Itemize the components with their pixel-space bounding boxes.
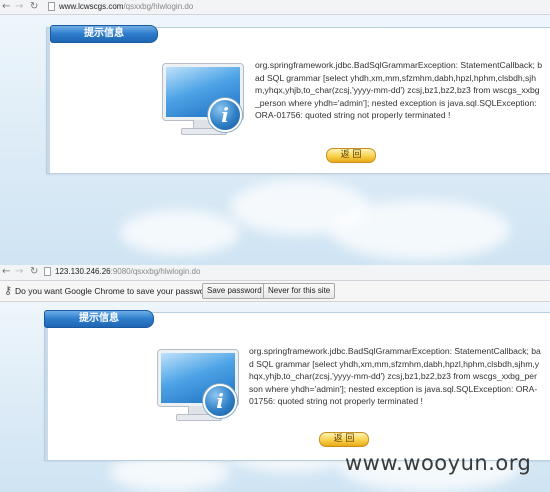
back-arrow-icon[interactable]: ← xyxy=(2,265,10,279)
page-icon xyxy=(44,267,51,276)
screenshot-1: ← → ↻ www.lcwscgs.com/qsxxbg/hlwlogin.do… xyxy=(0,0,550,265)
forward-arrow-icon[interactable]: → xyxy=(15,265,23,279)
back-arrow-icon[interactable]: ← xyxy=(2,0,10,14)
address-bar[interactable]: 123.130.246.26:9080/qsxxbg/hlwlogin.do xyxy=(55,265,200,279)
address-bar[interactable]: www.lcwscgs.com/qsxxbg/hlwlogin.do xyxy=(59,0,193,14)
key-icon: ⚷ xyxy=(4,284,13,297)
panel-title-tab: 提示信息 xyxy=(50,25,158,43)
info-icon: i xyxy=(208,98,242,132)
panel-title-tab: 提示信息 xyxy=(44,310,154,328)
back-button[interactable]: 返 回 xyxy=(319,432,369,447)
monitor-info-icon: i xyxy=(158,350,238,422)
url-host: 123.130.246.26 xyxy=(55,267,111,276)
error-message: org.springframework.jdbc.BadSqlGrammarEx… xyxy=(255,60,543,120)
save-password-infobar: ⚷ Do you want Google Chrome to save your… xyxy=(0,281,550,302)
reload-icon[interactable]: ↻ xyxy=(30,265,38,279)
monitor-info-icon: i xyxy=(163,64,243,136)
watermark: www.wooyun.org xyxy=(345,451,532,475)
url-path: :9080/qsxxbg/hlwlogin.do xyxy=(110,267,201,276)
error-message: org.springframework.jdbc.BadSqlGrammarEx… xyxy=(249,346,541,406)
url-path: /qsxxbg/hlwlogin.do xyxy=(123,2,194,11)
browser-toolbar: ← → ↻ www.lcwscgs.com/qsxxbg/hlwlogin.do xyxy=(0,0,550,15)
forward-arrow-icon[interactable]: → xyxy=(15,0,23,14)
infobar-prompt: Do you want Google Chrome to save your p… xyxy=(15,286,217,296)
save-password-button[interactable]: Save password xyxy=(202,283,267,299)
browser-toolbar: ← → ↻ 123.130.246.26:9080/qsxxbg/hlwlogi… xyxy=(0,265,550,281)
info-icon: i xyxy=(203,384,237,418)
back-button[interactable]: 返 回 xyxy=(326,148,376,163)
url-host: www.lcwscgs.com xyxy=(59,2,124,11)
reload-icon[interactable]: ↻ xyxy=(30,0,38,14)
never-for-this-site-button[interactable]: Never for this site xyxy=(263,283,336,299)
page-icon xyxy=(48,2,55,11)
